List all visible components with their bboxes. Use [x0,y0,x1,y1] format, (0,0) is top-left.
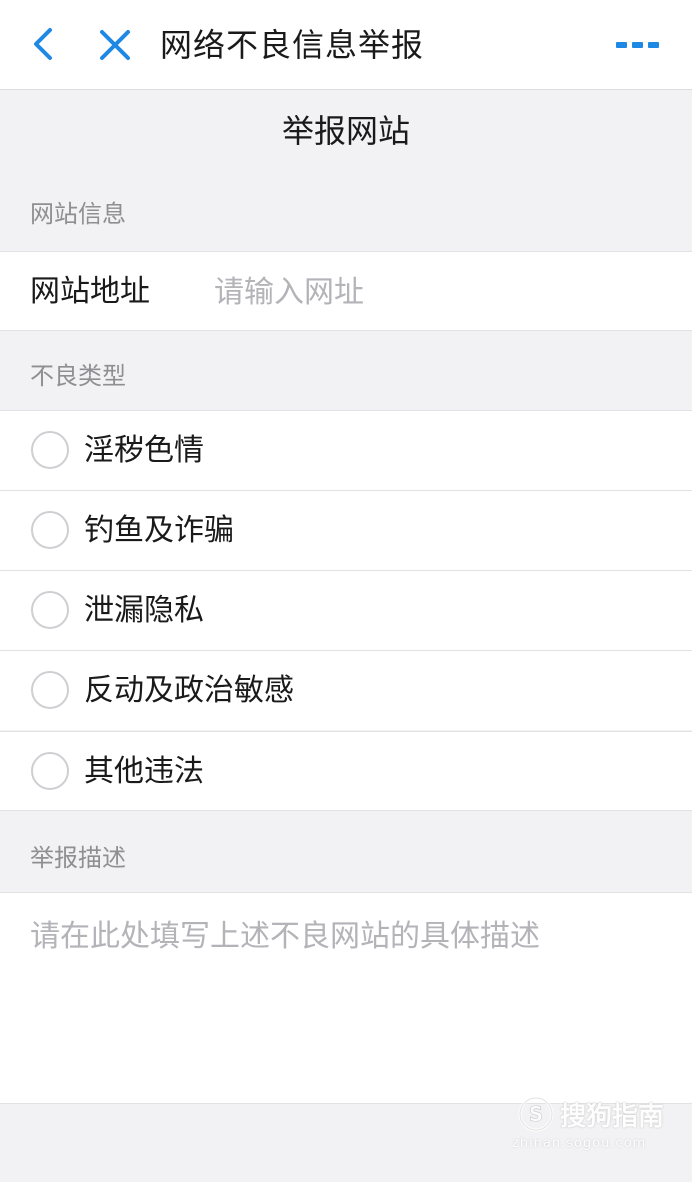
radio-button[interactable] [31,752,69,790]
section-label-site-info: 网站信息 [30,200,126,228]
description-input[interactable] [20,907,670,1087]
radio-button[interactable] [31,671,69,709]
url-input[interactable] [204,266,664,318]
back-button[interactable] [22,22,66,66]
url-row: 网站地址 [0,251,692,331]
description-box [0,892,692,1104]
radio-button[interactable] [31,591,69,629]
nav-bar: 网络不良信息举报 [0,0,692,90]
chevron-left-icon [34,28,52,60]
watermark: S 搜狗指南 zhinan.sogou.com [512,1090,672,1160]
close-button[interactable] [92,22,138,68]
option-label: 钓鱼及诈骗 [84,513,234,548]
option-label: 淫秽色情 [84,433,204,468]
option-row[interactable]: 钓鱼及诈骗 [0,490,692,570]
radio-button[interactable] [31,431,69,469]
url-label: 网站地址 [30,274,150,309]
watermark-url: zhinan.sogou.com [512,1136,647,1151]
close-icon [100,30,130,60]
more-dots-icon [616,42,659,48]
option-row[interactable]: 反动及政治敏感 [0,650,692,730]
page-title: 网络不良信息举报 [160,26,425,64]
section-label-description: 举报描述 [30,844,126,872]
form-heading: 举报网站 [281,112,410,150]
more-button[interactable] [608,30,668,60]
option-row[interactable]: 其他违法 [0,731,692,811]
option-row[interactable]: 淫秽色情 [0,410,692,490]
svg-text:S: S [529,1102,543,1126]
option-label: 其他违法 [84,754,204,789]
option-label: 反动及政治敏感 [84,673,294,708]
sogou-logo-icon: S [518,1096,554,1132]
watermark-text: 搜狗指南 [560,1102,665,1132]
option-label: 泄漏隐私 [84,593,204,628]
radio-button[interactable] [31,511,69,549]
section-label-bad-type: 不良类型 [30,362,126,390]
option-row[interactable]: 泄漏隐私 [0,570,692,650]
